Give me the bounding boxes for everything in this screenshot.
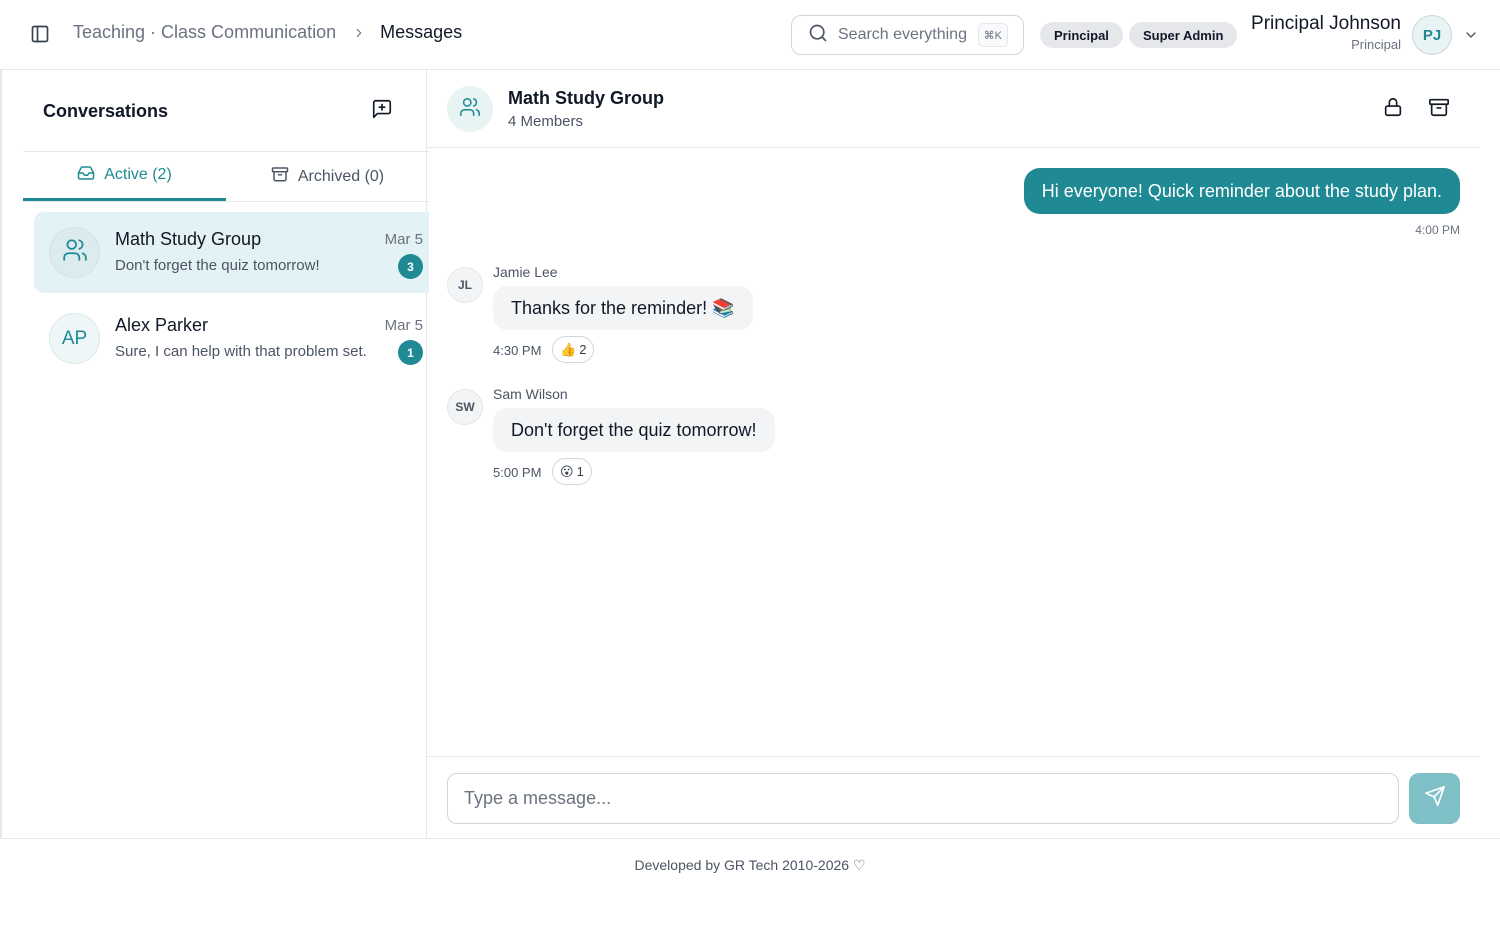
archive-conversation-button[interactable]: [1427, 97, 1451, 121]
breadcrumb-parent-link[interactable]: Teaching · Class Communication: [73, 22, 336, 43]
role-badge-principal: Principal: [1040, 22, 1123, 48]
conversation-item-alex-parker[interactable]: AP Alex Parker Mar 5 Sure, I can help wi…: [34, 298, 429, 379]
thumbs-up-emoji: 👍: [560, 341, 577, 357]
message-bubble-own[interactable]: Hi everyone! Quick reminder about the st…: [1023, 168, 1460, 214]
lock-conversation-button[interactable]: [1381, 97, 1405, 121]
group-avatar: [49, 227, 100, 278]
send-button[interactable]: [1409, 773, 1460, 824]
conversation-item-math-study-group[interactable]: Math Study Group Mar 5 Don't forget the …: [34, 212, 429, 293]
user-avatar[interactable]: PJ: [1412, 15, 1452, 55]
sender-avatar: SW: [447, 389, 483, 425]
message-composer: [427, 756, 1480, 838]
chat-members-count[interactable]: 4 Members: [508, 113, 583, 130]
footer-credit: Developed by GR Tech 2010-2026 ♡: [634, 857, 866, 873]
reaction-chip[interactable]: 😮 1: [552, 458, 592, 485]
sender-name: Jamie Lee: [493, 264, 558, 280]
tab-archived[interactable]: Archived (0): [226, 152, 429, 201]
users-icon: [62, 237, 88, 269]
users-icon: [459, 96, 481, 123]
reaction-count: 1: [576, 464, 584, 479]
unread-count-badge: 1: [398, 340, 423, 365]
sender-name: Sam Wilson: [493, 386, 568, 402]
chevron-down-icon[interactable]: [1463, 27, 1479, 43]
reaction-chip[interactable]: 👍 2: [552, 336, 595, 363]
send-icon: [1424, 785, 1446, 812]
chat-header: Math Study Group 4 Members: [427, 70, 1480, 148]
user-info: Principal Johnson Principal: [1251, 13, 1401, 52]
conversation-date: Mar 5: [384, 317, 423, 334]
message-input[interactable]: [447, 773, 1399, 824]
top-header: Teaching · Class Communication Messages …: [0, 0, 1500, 70]
search-shortcut-hint: ⌘K: [977, 23, 1008, 47]
archive-icon: [1428, 96, 1450, 123]
breadcrumb: Teaching · Class Communication Messages: [73, 22, 462, 43]
breadcrumb-current: Messages: [380, 22, 463, 42]
new-conversation-button[interactable]: [370, 99, 394, 123]
footer: Developed by GR Tech 2010-2026 ♡: [0, 838, 1500, 892]
conversation-preview: Sure, I can help with that problem set.: [115, 343, 367, 360]
tab-archived-label: Archived (0): [297, 167, 385, 185]
search-placeholder: Search everything: [838, 26, 967, 43]
conversation-name: Alex Parker: [115, 315, 209, 335]
conversations-panel: Conversations Active (2) Archived (0) Ma…: [0, 70, 429, 838]
message-time: 4:00 PM: [1415, 223, 1460, 237]
search-icon: [808, 23, 828, 48]
sender-avatar: JL: [447, 267, 483, 303]
conversation-tabs: Active (2) Archived (0): [23, 151, 429, 202]
message-plus-icon: [371, 98, 393, 125]
user-name: Principal Johnson: [1251, 13, 1401, 34]
unread-count-badge: 3: [398, 254, 423, 279]
chat-panel: Math Study Group 4 Members Hi everyone! …: [427, 70, 1480, 838]
archive-icon: [271, 165, 289, 188]
chevron-right-icon: [352, 26, 366, 40]
message-bubble[interactable]: Don't forget the quiz tomorrow!: [493, 408, 775, 452]
chat-group-avatar: [447, 86, 493, 132]
global-search-input[interactable]: Search everything ⌘K: [791, 15, 1024, 55]
role-badge-super-admin: Super Admin: [1129, 22, 1238, 48]
sidebar-toggle-icon[interactable]: [28, 22, 52, 46]
conversation-name: Math Study Group: [115, 229, 262, 249]
lock-icon: [1382, 96, 1404, 123]
message-time: 5:00 PM: [493, 465, 542, 480]
user-role: Principal: [1351, 37, 1401, 52]
conversation-preview: Don't forget the quiz tomorrow!: [115, 257, 320, 274]
contact-avatar: AP: [49, 313, 100, 364]
surprised-emoji: 😮: [560, 463, 574, 479]
message-bubble[interactable]: Thanks for the reminder! 📚: [493, 286, 753, 330]
message-time: 4:30 PM: [493, 343, 542, 358]
conversation-date: Mar 5: [384, 231, 423, 248]
tab-active[interactable]: Active (2): [23, 152, 226, 201]
chat-title: Math Study Group: [508, 88, 664, 108]
conversations-title: Conversations: [43, 101, 169, 121]
reaction-count: 2: [579, 342, 587, 357]
inbox-icon: [77, 164, 95, 187]
tab-active-label: Active (2): [104, 166, 172, 183]
